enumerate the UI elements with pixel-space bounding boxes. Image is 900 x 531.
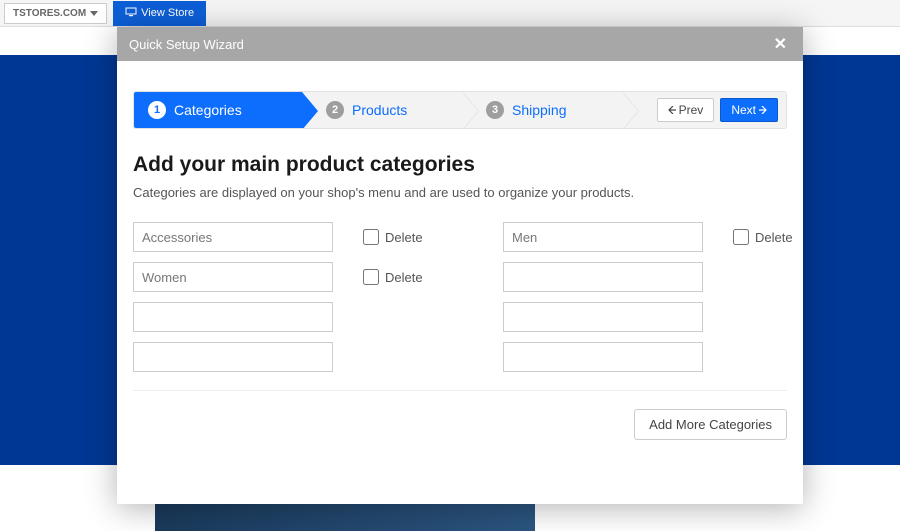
step-label: Products [352,102,407,118]
delete-checkbox[interactable] [363,229,379,245]
modal-body: 1 Categories 2 Products 3 Shipping Prev [117,61,803,504]
delete-checkbox[interactable] [363,269,379,285]
delete-option[interactable]: Delete [363,269,473,285]
category-input[interactable] [503,342,703,372]
category-input[interactable] [503,302,703,332]
delete-label: Delete [385,230,423,245]
close-icon[interactable]: ✕ [770,34,791,54]
caret-down-icon [90,11,98,16]
category-input[interactable] [133,262,333,292]
step-label: Shipping [512,102,567,118]
quick-setup-wizard-modal: Quick Setup Wizard ✕ 1 Categories 2 Prod… [117,27,803,504]
wizard-steps: 1 Categories 2 Products 3 Shipping Prev [133,91,787,129]
view-store-label: View Store [141,7,194,19]
category-input[interactable] [503,222,703,252]
next-button[interactable]: Next [720,98,778,122]
background-footer-strip [155,502,535,531]
step-number: 1 [148,101,166,119]
monitor-icon [125,7,137,20]
step-number: 2 [326,101,344,119]
stores-dropdown[interactable]: TSTORES.COM [4,3,107,24]
step-shipping[interactable]: 3 Shipping [462,92,622,128]
add-more-categories-button[interactable]: Add More Categories [634,409,787,440]
arrow-right-icon [759,103,767,117]
top-bar: TSTORES.COM View Store [0,0,900,27]
category-grid: Delete Delete Delete [133,222,787,372]
wizard-nav: Prev Next [649,92,786,128]
delete-option[interactable]: Delete [733,229,843,245]
view-store-button[interactable]: View Store [113,1,206,26]
prev-label: Prev [679,103,704,117]
arrow-left-icon [668,103,676,117]
modal-title: Quick Setup Wizard [129,37,244,52]
page-heading: Add your main product categories [133,153,787,177]
step-number: 3 [486,101,504,119]
delete-option[interactable]: Delete [363,229,473,245]
delete-label: Delete [755,230,793,245]
stores-label: TSTORES.COM [13,8,86,19]
page-subtext: Categories are displayed on your shop's … [133,185,787,200]
category-input[interactable] [133,222,333,252]
modal-header: Quick Setup Wizard ✕ [117,27,803,61]
category-input[interactable] [503,262,703,292]
category-input[interactable] [133,302,333,332]
step-categories[interactable]: 1 Categories [134,92,302,128]
step-products[interactable]: 2 Products [302,92,462,128]
category-input[interactable] [133,342,333,372]
step-label: Categories [174,102,242,118]
divider [133,390,787,391]
next-label: Next [731,103,756,117]
delete-label: Delete [385,270,423,285]
add-more-row: Add More Categories [133,409,787,440]
prev-button[interactable]: Prev [657,98,715,122]
delete-checkbox[interactable] [733,229,749,245]
